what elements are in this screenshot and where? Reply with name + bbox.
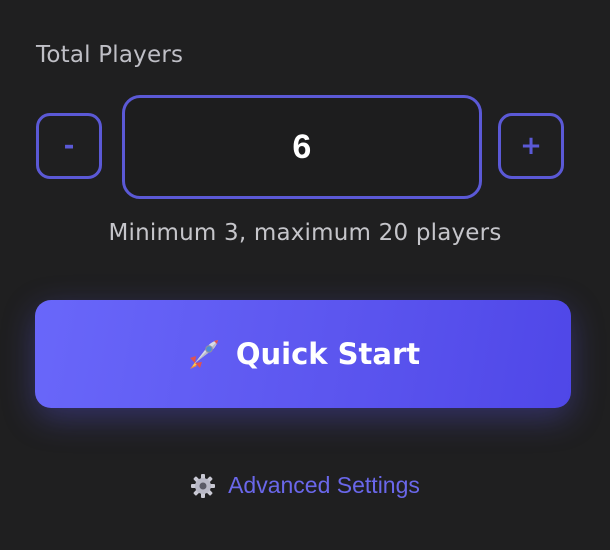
quick-start-button[interactable]: Quick Start [35,300,571,408]
decrement-button[interactable]: - [36,113,102,179]
quick-start-label: Quick Start [235,337,421,371]
player-limit-hint: Minimum 3, maximum 20 players [108,220,502,246]
advanced-settings-link[interactable]: Advanced Settings [0,472,610,499]
rocket-icon [186,336,222,372]
total-players-label: Total Players [36,42,184,68]
player-count-field[interactable]: 6 [122,95,482,199]
advanced-settings-label: Advanced Settings [228,472,420,498]
gear-icon [190,473,216,499]
increment-button[interactable]: + [498,113,564,179]
players-panel: Total Players - 6 + Minimum 3, maximum 2… [0,0,610,550]
player-count-value: 6 [292,127,312,166]
